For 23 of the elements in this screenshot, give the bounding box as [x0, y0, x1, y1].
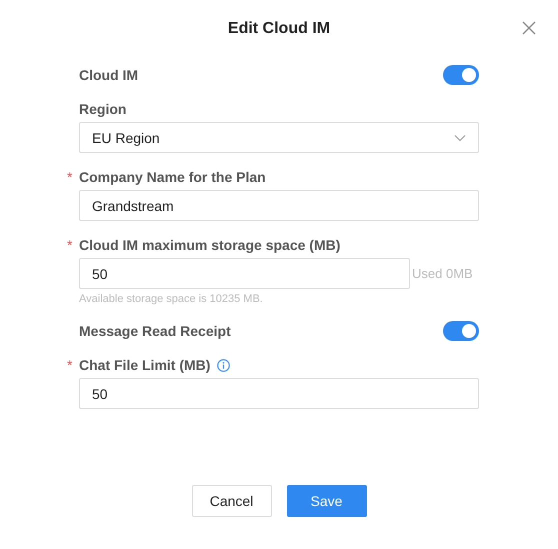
help-text: Available storage space is 10235 MB. — [79, 293, 264, 305]
required-mark: * — [67, 357, 72, 373]
input-field[interactable]: Grandstream — [79, 190, 479, 221]
region-dropdown[interactable]: EU Region — [79, 122, 479, 153]
toggle-switch[interactable] — [443, 65, 479, 85]
field-label: Message Read Receipt — [79, 323, 231, 339]
field-label: Chat File Limit (MB) — [79, 357, 210, 373]
field-label: Company Name for the Plan — [79, 169, 266, 185]
chevron-down-icon — [454, 134, 466, 142]
dialog-title: Edit Cloud IM — [228, 20, 330, 38]
input-field[interactable]: 50 — [79, 378, 479, 409]
save-button[interactable]: Save — [286, 485, 366, 517]
required-mark: * — [67, 169, 72, 185]
usage-text: Used 0MB — [412, 266, 473, 281]
field-label: Region — [79, 101, 126, 117]
info-icon[interactable] — [217, 358, 230, 372]
cancel-button[interactable]: Cancel — [192, 485, 272, 517]
field-label: Cloud IM maximum storage space (MB) — [79, 237, 340, 253]
input-field[interactable]: 50 — [79, 258, 410, 289]
required-mark: * — [67, 237, 72, 253]
close-icon[interactable] — [522, 21, 536, 35]
toggle-switch[interactable] — [443, 321, 479, 341]
field-label: Cloud IM — [79, 67, 138, 83]
